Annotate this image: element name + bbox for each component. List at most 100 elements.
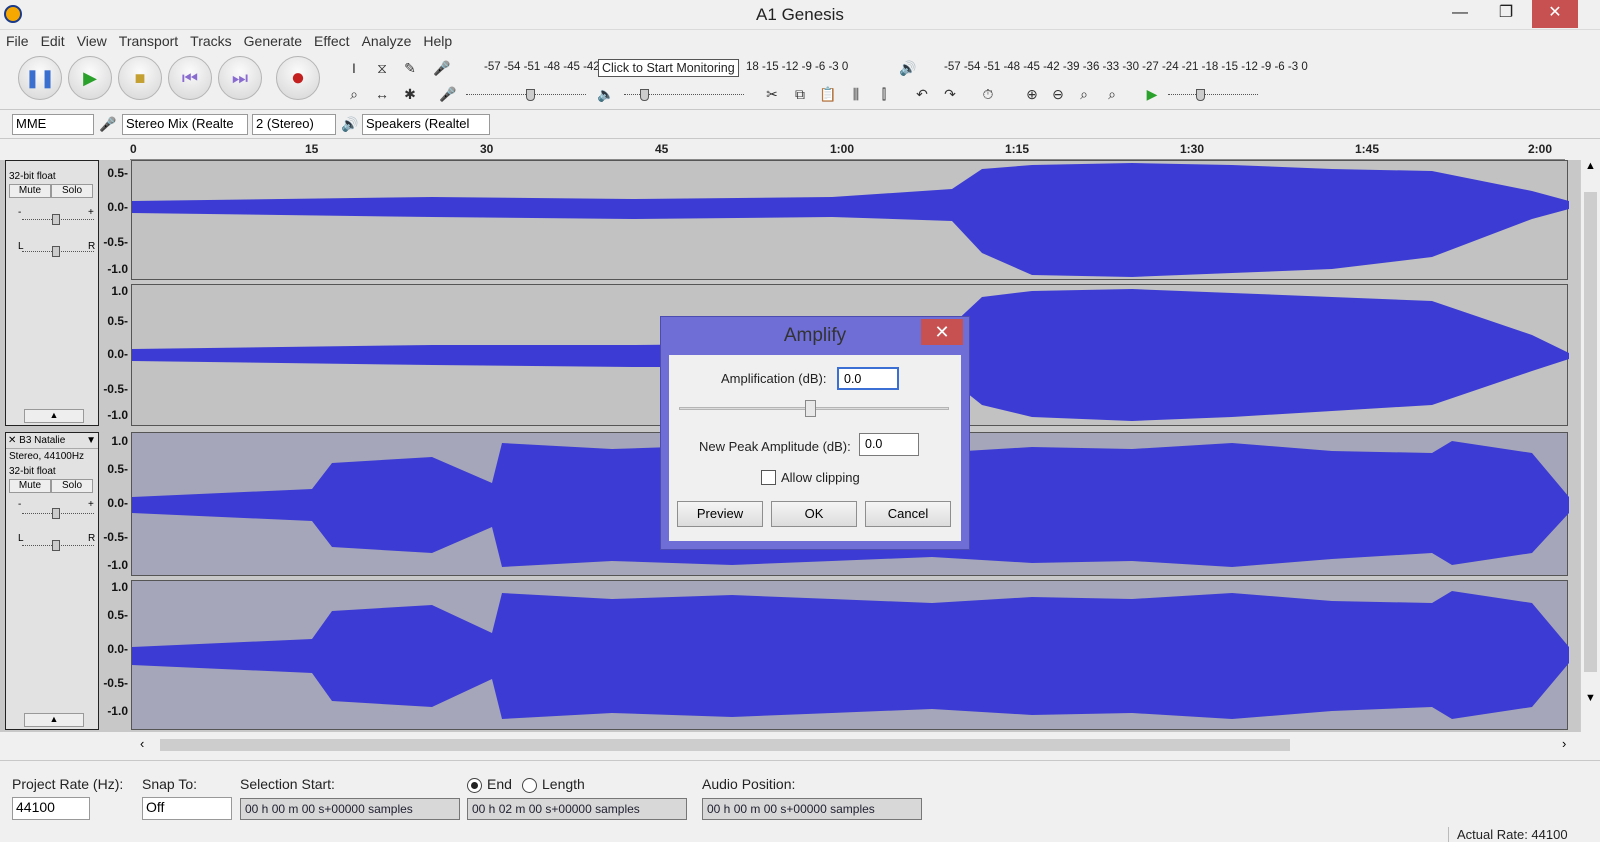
- stop-button[interactable]: ■: [118, 56, 162, 100]
- allow-clipping-label[interactable]: Allow clipping: [781, 470, 860, 485]
- selection-end-time[interactable]: 00 h 02 m 00 s+00000 samples: [467, 798, 687, 820]
- zoom-tool-icon[interactable]: ⌕: [342, 82, 366, 106]
- track2-solo-button[interactable]: Solo: [51, 479, 93, 493]
- menu-view[interactable]: View: [71, 30, 113, 52]
- vertical-scrollbar[interactable]: ▲ ▼: [1580, 160, 1600, 732]
- scroll-right-icon[interactable]: ›: [1562, 736, 1566, 751]
- gain-minus-label: -: [18, 499, 22, 510]
- track1-control-panel[interactable]: 32-bit float Mute Solo - + L R ▲: [5, 160, 99, 426]
- track2-name[interactable]: B3 Natalie: [19, 435, 65, 446]
- track2-close-icon[interactable]: ✕: [8, 435, 16, 446]
- ruler-tick: 1:30: [1180, 142, 1205, 156]
- redo-icon[interactable]: ↷: [938, 82, 962, 106]
- output-volume-thumb[interactable]: [640, 89, 649, 101]
- recording-channels-select[interactable]: 2 (Stereo): [252, 114, 336, 135]
- menu-edit[interactable]: Edit: [35, 30, 71, 52]
- track2-mute-button[interactable]: Mute: [9, 479, 51, 493]
- playback-device-select[interactable]: Speakers (Realtel: [362, 114, 490, 135]
- track2-menu-chevron-down-icon[interactable]: ▼: [86, 435, 96, 446]
- menu-generate[interactable]: Generate: [238, 30, 308, 52]
- horizontal-scroll-thumb[interactable]: [160, 739, 1290, 751]
- track1-pan-thumb[interactable]: [52, 246, 60, 257]
- draw-tool-icon[interactable]: ✎: [398, 56, 422, 80]
- playback-meter-scale[interactable]: -57 -54 -51 -48 -45 -42 -39 -36 -33 -30 …: [944, 61, 1308, 73]
- dialog-close-button[interactable]: ✕: [921, 319, 963, 345]
- amplification-input[interactable]: 0.0: [837, 367, 899, 390]
- pan-left-label: L: [18, 533, 24, 544]
- skip-to-start-button[interactable]: ⏮: [168, 56, 212, 100]
- track1-left-channel-waveform[interactable]: [131, 160, 1569, 280]
- preview-button[interactable]: Preview: [677, 501, 763, 527]
- play-speed-slider[interactable]: [1168, 94, 1258, 96]
- fit-project-icon[interactable]: ⌕: [1100, 82, 1124, 106]
- allow-clipping-checkbox[interactable]: [761, 470, 776, 485]
- menu-effect[interactable]: Effect: [308, 30, 356, 52]
- silence-icon[interactable]: ⫿: [872, 82, 896, 106]
- copy-icon[interactable]: ⧉: [788, 82, 812, 106]
- recording-device-select[interactable]: Stereo Mix (Realte: [122, 114, 248, 135]
- paste-icon[interactable]: 📋: [816, 82, 840, 106]
- track2-gain-thumb[interactable]: [52, 508, 60, 519]
- menu-transport[interactable]: Transport: [113, 30, 184, 52]
- menu-tracks[interactable]: Tracks: [184, 30, 237, 52]
- cancel-button[interactable]: Cancel: [865, 501, 951, 527]
- track1-collapse-icon[interactable]: ▲: [24, 409, 84, 423]
- playback-meter-icon[interactable]: 🔊: [896, 56, 920, 80]
- scroll-left-icon[interactable]: ‹: [140, 736, 144, 751]
- horizontal-scrollbar[interactable]: ‹ ›: [140, 736, 1580, 754]
- selection-start-time[interactable]: 00 h 00 m 00 s+00000 samples: [240, 798, 460, 820]
- audio-position-time[interactable]: 00 h 00 m 00 s+00000 samples: [702, 798, 922, 820]
- zoom-in-icon[interactable]: ⊕: [1020, 82, 1044, 106]
- audio-host-select[interactable]: MME: [12, 114, 94, 135]
- track2-collapse-icon[interactable]: ▲: [24, 713, 84, 727]
- amplification-slider-thumb[interactable]: [805, 400, 816, 417]
- track1-gain-thumb[interactable]: [52, 214, 60, 225]
- end-radio[interactable]: [467, 778, 482, 793]
- record-button[interactable]: ●: [276, 56, 320, 100]
- selection-tool-icon[interactable]: I: [342, 56, 366, 80]
- track2-pan-thumb[interactable]: [52, 540, 60, 551]
- timeline-ruler[interactable]: 0 15 30 45 1:00 1:15 1:30 1:45 2:00: [130, 140, 1565, 160]
- play-speed-thumb[interactable]: [1196, 89, 1205, 101]
- trim-icon[interactable]: ⫼: [844, 82, 868, 106]
- scroll-down-icon[interactable]: ▼: [1581, 692, 1600, 704]
- length-radio[interactable]: [522, 778, 537, 793]
- record-meter-scale[interactable]: -57 -54 -51 -48 -45 -42: [484, 61, 600, 73]
- scroll-up-icon[interactable]: ▲: [1581, 160, 1600, 172]
- track1-solo-button[interactable]: Solo: [51, 184, 93, 198]
- track2-control-panel[interactable]: ✕ B3 Natalie ▼ Stereo, 44100Hz 32-bit fl…: [5, 432, 99, 730]
- new-peak-input[interactable]: 0.0: [859, 433, 919, 456]
- envelope-tool-icon[interactable]: ⧖: [370, 56, 394, 80]
- zoom-out-icon[interactable]: ⊖: [1046, 82, 1070, 106]
- snap-to-select[interactable]: Off: [142, 797, 232, 820]
- end-label[interactable]: End: [487, 776, 512, 792]
- pause-button[interactable]: ❚❚: [18, 56, 62, 100]
- scale-label: -0.5-: [103, 676, 128, 690]
- length-label[interactable]: Length: [542, 776, 585, 792]
- scale-label: -0.5-: [103, 235, 128, 249]
- sync-lock-icon[interactable]: ⏱: [976, 82, 1000, 106]
- vertical-scroll-thumb[interactable]: [1584, 192, 1597, 672]
- menu-help[interactable]: Help: [417, 30, 458, 52]
- timeshift-tool-icon[interactable]: ↔: [370, 82, 394, 106]
- track1-mute-button[interactable]: Mute: [9, 184, 51, 198]
- play-at-speed-icon[interactable]: ▶: [1140, 82, 1164, 106]
- multi-tool-icon[interactable]: ✱: [398, 82, 422, 106]
- track2-right-channel-waveform[interactable]: [131, 580, 1569, 730]
- skip-to-end-button[interactable]: ⏭: [218, 56, 262, 100]
- speaker-icon: 🔊: [341, 116, 359, 132]
- minimize-button[interactable]: —: [1440, 0, 1480, 28]
- maximize-button[interactable]: ❐: [1486, 0, 1526, 28]
- amplify-dialog: Amplify ✕ Amplification (dB): 0.0 New Pe…: [660, 316, 970, 550]
- play-button[interactable]: ▶: [68, 56, 112, 100]
- record-meter-icon[interactable]: 🎤: [430, 56, 454, 80]
- menu-analyze[interactable]: Analyze: [356, 30, 418, 52]
- fit-selection-icon[interactable]: ⌕: [1072, 82, 1096, 106]
- input-volume-thumb[interactable]: [526, 89, 535, 101]
- ok-button[interactable]: OK: [771, 501, 857, 527]
- close-button[interactable]: ✕: [1532, 0, 1578, 28]
- project-rate-select[interactable]: 44100: [12, 797, 90, 820]
- menu-file[interactable]: File: [0, 30, 35, 52]
- undo-icon[interactable]: ↶: [910, 82, 934, 106]
- cut-icon[interactable]: ✂: [760, 82, 784, 106]
